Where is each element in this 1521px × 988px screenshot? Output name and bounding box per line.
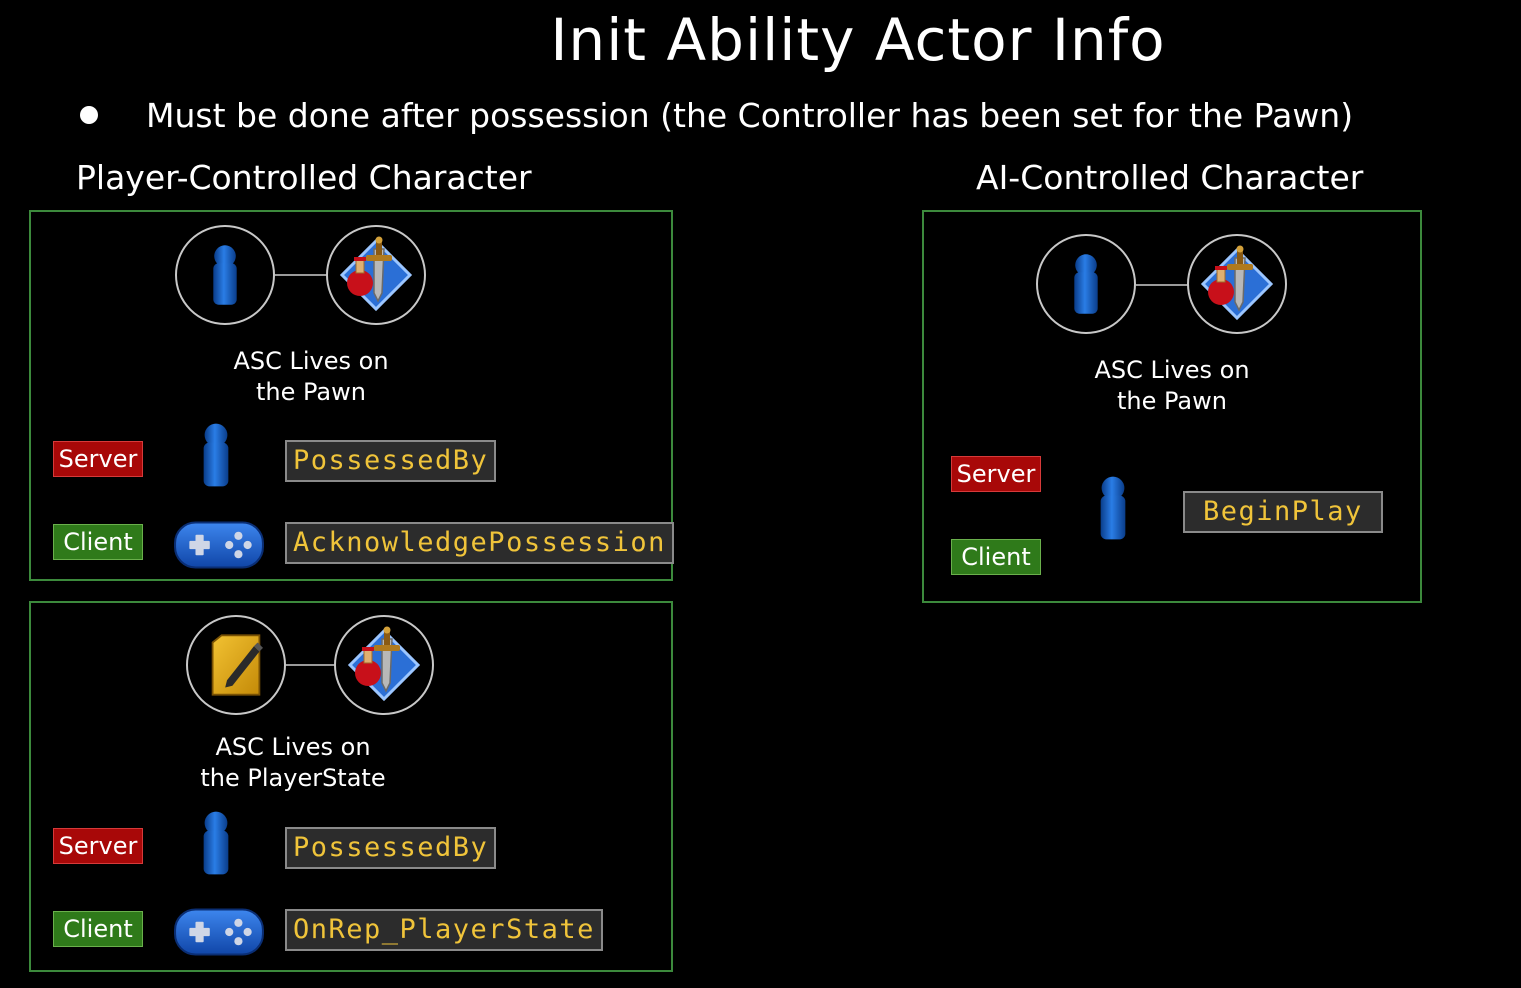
pawn-icon: [197, 420, 235, 490]
panel-ai-pawn: ASC Lives on the Pawn Server Client Begi…: [922, 210, 1422, 603]
connector-line: [275, 274, 327, 276]
pawn-icon: [1094, 473, 1132, 543]
caption-line-2: the Pawn: [1117, 387, 1227, 415]
caption-line-1: ASC Lives on: [1094, 356, 1250, 384]
asc-circle: [326, 225, 426, 325]
panel-player-state: ASC Lives on the PlayerState Server Poss…: [29, 601, 673, 972]
connector-line: [1136, 284, 1188, 286]
server-badge: Server: [53, 441, 143, 477]
pawn-circle: [175, 225, 275, 325]
pawn-icon: [207, 243, 243, 307]
ability-system-icon: [1197, 244, 1277, 324]
pawn-circle: [1036, 234, 1136, 334]
server-function: PossessedBy: [285, 827, 497, 869]
bullet-text: Must be done after possession (the Contr…: [146, 96, 1354, 135]
panel-caption: ASC Lives on the PlayerState: [183, 732, 403, 794]
asc-circle: [1187, 234, 1287, 334]
server-badge: Server: [53, 828, 143, 864]
client-function: OnRep_PlayerState: [285, 909, 603, 951]
client-badge: Client: [951, 539, 1041, 575]
caption-line-2: the PlayerState: [200, 764, 386, 792]
player-heading: Player-Controlled Character: [76, 158, 532, 197]
connector-line: [286, 664, 336, 666]
playerstate-icon: [209, 633, 263, 697]
client-badge: Client: [53, 524, 143, 560]
client-function: AcknowledgePossession: [285, 522, 674, 564]
asc-circle: [334, 615, 434, 715]
pawn-icon: [1068, 252, 1104, 316]
server-function: PossessedBy: [285, 440, 497, 482]
caption-line-1: ASC Lives on: [233, 347, 389, 375]
caption-line-2: the Pawn: [256, 378, 366, 406]
page-title: Init Ability Actor Info: [550, 6, 1166, 74]
panel-player-pawn: ASC Lives on the Pawn Server PossessedBy…: [29, 210, 674, 581]
ability-system-icon: [344, 625, 424, 705]
playerstate-circle: [186, 615, 286, 715]
client-badge: Client: [53, 911, 143, 947]
gamepad-icon: [173, 519, 265, 571]
panel-caption: ASC Lives on the Pawn: [211, 346, 411, 408]
ability-system-icon: [336, 235, 416, 315]
gamepad-icon: [173, 906, 265, 958]
ai-heading: AI-Controlled Character: [976, 158, 1364, 197]
server-badge: Server: [951, 456, 1041, 492]
bullet-dot: [80, 106, 98, 124]
pawn-icon: [197, 808, 235, 878]
ai-function: BeginPlay: [1183, 491, 1383, 533]
panel-caption: ASC Lives on the Pawn: [1072, 355, 1272, 417]
caption-line-1: ASC Lives on: [215, 733, 371, 761]
